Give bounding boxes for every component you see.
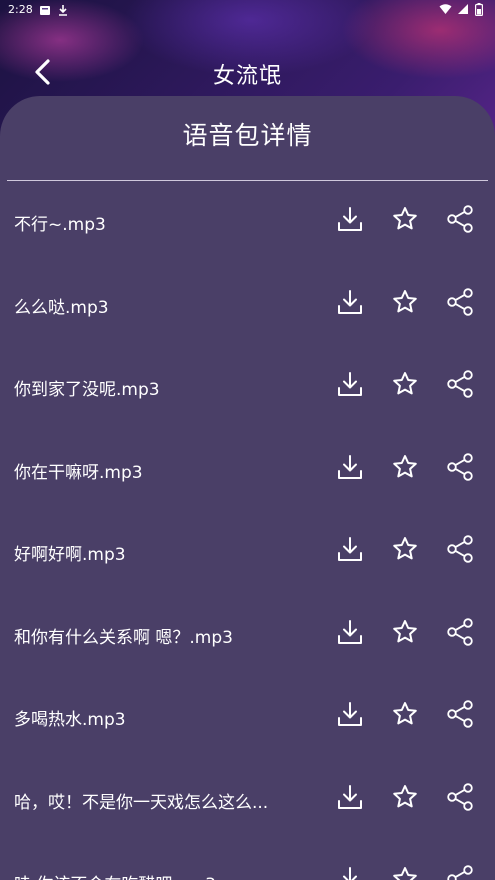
favorite-button[interactable] bbox=[389, 616, 421, 648]
share-button[interactable] bbox=[444, 533, 476, 565]
star-icon bbox=[393, 784, 417, 807]
download-icon bbox=[338, 702, 362, 726]
list-item[interactable]: 么么哒.mp3 bbox=[0, 265, 495, 347]
download-button[interactable] bbox=[334, 863, 366, 880]
favorite-button[interactable] bbox=[389, 203, 421, 235]
list-item-label: 么么哒.mp3 bbox=[14, 297, 109, 318]
share-icon bbox=[447, 617, 473, 646]
favorite-button[interactable] bbox=[389, 451, 421, 483]
star-icon bbox=[393, 867, 417, 880]
notification-icon bbox=[39, 4, 51, 16]
download-button[interactable] bbox=[334, 533, 366, 565]
list-item-label: 你到家了没呢.mp3 bbox=[14, 380, 160, 400]
share-button[interactable] bbox=[444, 203, 476, 235]
star-icon bbox=[393, 454, 417, 477]
list-item-label: 不行~.mp3 bbox=[14, 215, 106, 235]
share-icon bbox=[447, 205, 473, 233]
share-button[interactable] bbox=[444, 698, 476, 730]
download-icon bbox=[338, 537, 362, 561]
signal-icon bbox=[457, 3, 469, 15]
share-icon bbox=[447, 452, 473, 481]
download-button[interactable] bbox=[334, 286, 366, 318]
list-item-label: 多喝热水.mp3 bbox=[14, 710, 126, 730]
download-button[interactable] bbox=[334, 203, 366, 235]
share-icon bbox=[447, 700, 473, 728]
list-item[interactable]: 不行~.mp3 bbox=[0, 182, 495, 264]
favorite-button[interactable] bbox=[389, 286, 421, 318]
share-button[interactable] bbox=[444, 616, 476, 648]
download-button[interactable] bbox=[334, 616, 366, 648]
star-icon bbox=[393, 702, 417, 725]
list-item-label: 你在干嘛呀.mp3 bbox=[14, 462, 143, 483]
app-header: 女流氓 bbox=[0, 50, 495, 94]
list-item-label: 好啊好啊.mp3 bbox=[14, 545, 126, 565]
download-button[interactable] bbox=[334, 451, 366, 483]
share-icon bbox=[447, 370, 473, 398]
star-icon bbox=[393, 619, 417, 642]
share-button[interactable] bbox=[444, 368, 476, 400]
download-icon bbox=[343, 867, 357, 880]
share-icon bbox=[447, 782, 473, 811]
list-item[interactable]: 哈，哎！不是你一天戏怎么这么... bbox=[0, 760, 495, 842]
list-item-label: 和你有什么关系啊 嗯？.mp3 bbox=[14, 627, 233, 648]
download-icon bbox=[338, 619, 362, 644]
list-item[interactable]: 哇,你该不会在吃醋吧.mp3 bbox=[0, 842, 495, 880]
list-item[interactable]: 多喝热水.mp3 bbox=[0, 677, 495, 759]
divider bbox=[7, 180, 488, 181]
share-button[interactable] bbox=[444, 451, 476, 483]
favorite-button[interactable] bbox=[389, 863, 421, 880]
share-button[interactable] bbox=[444, 286, 476, 318]
share-button[interactable] bbox=[444, 781, 476, 813]
list-item-label: 哈，哎！不是你一天戏怎么这么... bbox=[14, 792, 269, 813]
download-status-icon bbox=[57, 4, 69, 16]
favorite-button[interactable] bbox=[389, 368, 421, 400]
list-item[interactable]: 你到家了没呢.mp3 bbox=[0, 347, 495, 429]
share-icon bbox=[447, 865, 473, 880]
voice-pack-card: 语音包详情 不行~.mp3 么么哒.mp3 你到家了没呢.mp3 你在干嘛呀.m… bbox=[0, 96, 495, 880]
list-item[interactable]: 和你有什么关系啊 嗯？.mp3 bbox=[0, 595, 495, 677]
status-left: 2:28 bbox=[8, 3, 69, 16]
download-icon bbox=[338, 372, 362, 396]
share-icon bbox=[447, 287, 473, 316]
share-button[interactable] bbox=[444, 863, 476, 880]
status-right bbox=[439, 3, 487, 17]
battery-icon bbox=[475, 3, 487, 17]
list-item-label: 哇,你该不会在吃醋吧.mp3 bbox=[14, 870, 304, 880]
favorite-button[interactable] bbox=[389, 781, 421, 813]
download-button[interactable] bbox=[334, 698, 366, 730]
star-icon bbox=[393, 289, 417, 312]
list-item[interactable]: 好啊好啊.mp3 bbox=[0, 512, 495, 594]
share-icon bbox=[447, 535, 473, 563]
status-bar: 2:28 bbox=[0, 0, 495, 22]
star-icon bbox=[393, 537, 417, 560]
list-item[interactable]: 你在干嘛呀.mp3 bbox=[0, 430, 495, 512]
wifi-icon bbox=[439, 3, 452, 15]
download-button[interactable] bbox=[334, 781, 366, 813]
star-icon bbox=[393, 207, 417, 230]
download-icon bbox=[338, 784, 362, 809]
card-title: 语音包详情 bbox=[182, 121, 313, 150]
page-title: 女流氓 bbox=[212, 64, 282, 89]
favorite-button[interactable] bbox=[389, 533, 421, 565]
status-time: 2:28 bbox=[8, 3, 33, 16]
favorite-button[interactable] bbox=[389, 698, 421, 730]
star-icon bbox=[393, 372, 417, 395]
download-icon bbox=[338, 207, 362, 231]
download-icon bbox=[338, 454, 362, 479]
download-button[interactable] bbox=[334, 368, 366, 400]
download-icon bbox=[338, 289, 362, 314]
